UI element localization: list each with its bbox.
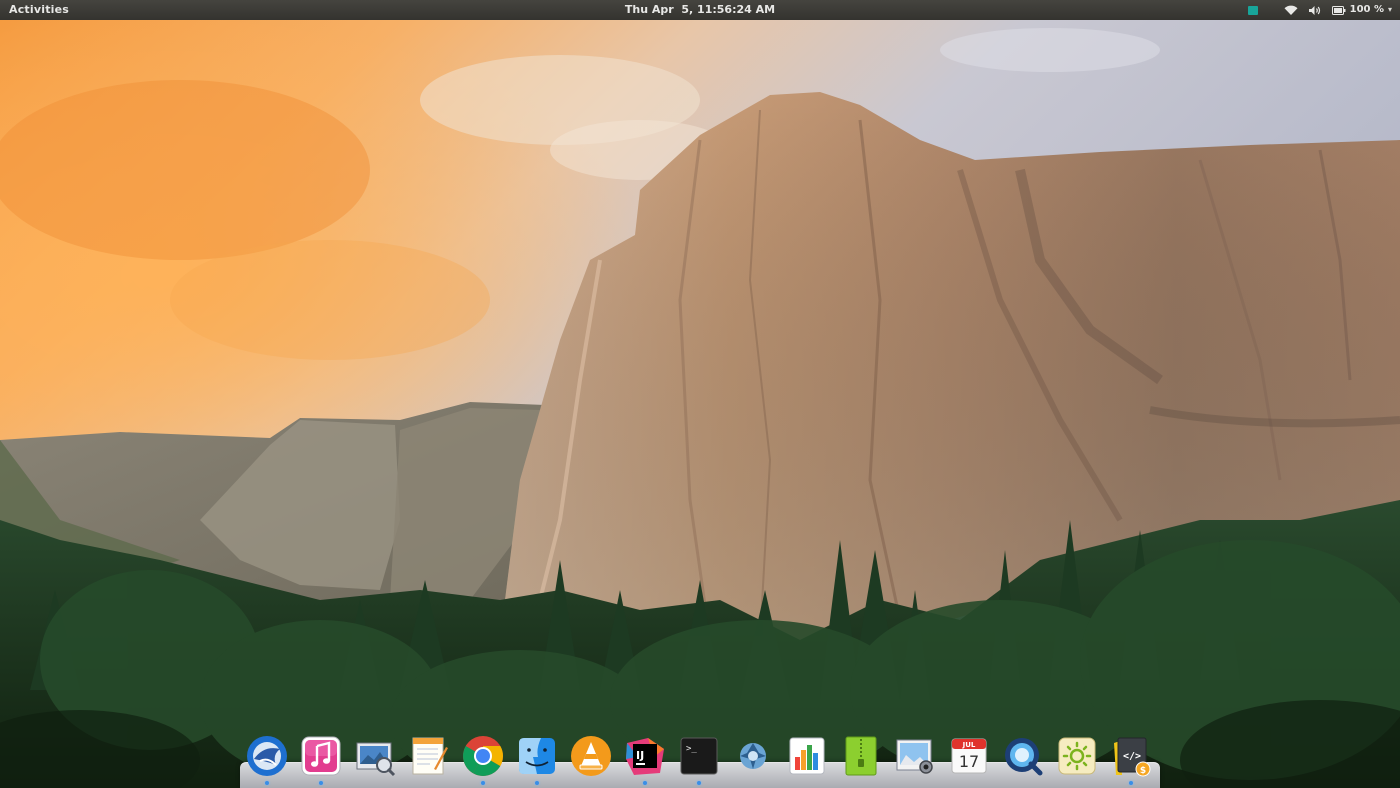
image-viewer-icon (354, 735, 396, 777)
dock-item-vlc-media-player[interactable] (568, 733, 614, 788)
wifi-icon[interactable] (1284, 0, 1298, 20)
text-editor-icon (408, 735, 450, 777)
dock-item-code-editor[interactable]: </> $ (1108, 733, 1154, 788)
quicktime-icon (1002, 735, 1044, 777)
bar-chart-icon (786, 735, 828, 777)
itunes-icon (300, 735, 342, 777)
finder-icon (516, 735, 558, 777)
dock-item-quicktime-player[interactable] (1000, 733, 1046, 788)
dock-item-thunderbird-mail[interactable] (244, 733, 290, 788)
dock-item-intellij-idea[interactable]: IJ (622, 733, 668, 788)
clock-button[interactable]: Thu Apr 5, 11:56:24 AM (625, 3, 775, 16)
running-indicator (481, 781, 485, 785)
dock-item-shutter-screenshot[interactable] (730, 733, 776, 788)
dock-item-numbers-chart[interactable] (784, 733, 830, 788)
dock-item-archive-manager[interactable] (838, 733, 884, 788)
calendar-day: 17 (959, 752, 979, 771)
running-indicator (265, 781, 269, 785)
dock: IJ >_ JUL 17 </> $ (242, 733, 1158, 788)
dock-item-photo-preview[interactable] (892, 733, 938, 788)
svg-text:>_: >_ (686, 744, 697, 754)
dock-item-itunes-music[interactable] (298, 733, 344, 788)
photo-preview-icon (894, 735, 936, 777)
dock-item-calendar[interactable]: JUL 17 (946, 733, 992, 788)
svg-text:</>: </> (1123, 751, 1141, 762)
dock-item-text-editor[interactable] (406, 733, 452, 788)
running-indicator (319, 781, 323, 785)
code-editor-icon: </> $ (1110, 735, 1152, 777)
calendar-month: JUL (962, 741, 976, 749)
activities-button[interactable]: Activities (9, 0, 69, 20)
calendar-icon: JUL 17 (948, 735, 990, 777)
running-indicator (1129, 781, 1133, 785)
archive-icon (840, 735, 882, 777)
svg-text:IJ: IJ (636, 749, 644, 762)
dock-item-google-chrome[interactable] (460, 733, 506, 788)
chrome-icon (462, 735, 504, 777)
dock-item-finder-files[interactable] (514, 733, 560, 788)
system-tray[interactable]: 100 % ▾ (1247, 0, 1392, 20)
battery-icon[interactable] (1331, 0, 1346, 20)
dock-item-image-viewer[interactable] (352, 733, 398, 788)
clock-container: Thu Apr 5, 11:56:24 AM (0, 0, 1400, 20)
system-menu-caret-icon[interactable]: ▾ (1388, 0, 1392, 20)
thunderbird-icon (246, 735, 288, 777)
shutter-icon (732, 735, 774, 777)
desktop-wallpaper (0, 0, 1400, 788)
svg-text:$: $ (1140, 766, 1146, 776)
vlc-icon (570, 735, 612, 777)
battery-percentage[interactable]: 100 % (1350, 0, 1384, 20)
running-indicator (697, 781, 701, 785)
running-indicator (643, 781, 647, 785)
top-panel: Activities Thu Apr 5, 11:56:24 AM 100 % … (0, 0, 1400, 20)
intellij-icon: IJ (624, 735, 666, 777)
running-indicator (535, 781, 539, 785)
dock-item-brightness-settings[interactable] (1054, 733, 1100, 788)
brightness-icon (1056, 735, 1098, 777)
dock-item-terminal[interactable]: >_ (676, 733, 722, 788)
terminal-icon: >_ (678, 735, 720, 777)
volume-icon[interactable] (1308, 0, 1322, 20)
app-indicator-icon[interactable] (1247, 0, 1284, 20)
